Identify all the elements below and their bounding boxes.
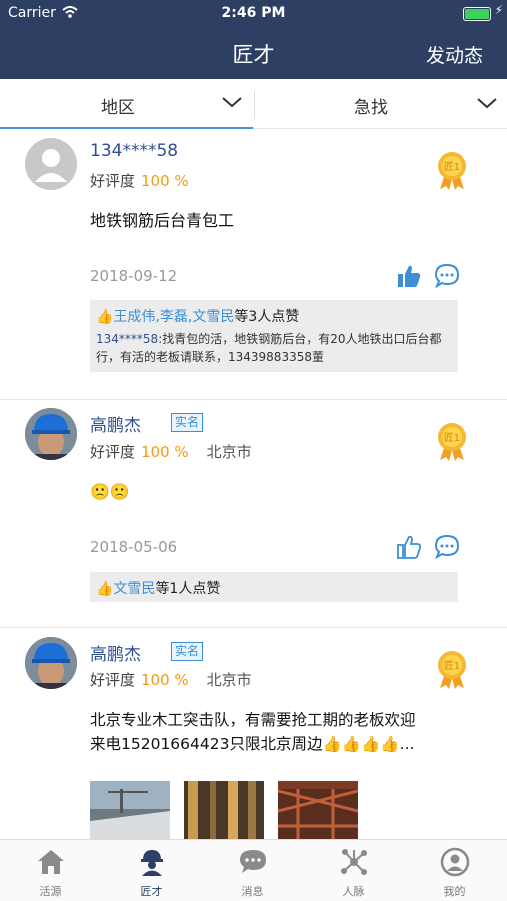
post-content: 地铁钢筋后台青包工 [90, 211, 235, 230]
svg-text:匠1: 匠1 [444, 161, 460, 173]
tab-profile[interactable]: 我的 [404, 840, 505, 901]
comment-icon[interactable] [434, 263, 460, 289]
tab-job-sources[interactable]: 活源 [0, 840, 101, 901]
small-thumbs-up-icon: 👍 [96, 309, 114, 325]
chevron-down-icon [477, 98, 497, 109]
svg-text:匠1: 匠1 [444, 660, 460, 672]
region-filter[interactable]: 地区 [0, 79, 253, 129]
tab-talent[interactable]: 匠才 [101, 840, 202, 901]
post-photo[interactable] [278, 781, 358, 839]
comment-icon[interactable] [434, 534, 460, 560]
medal-icon: 匠1 [438, 152, 466, 190]
likes-names[interactable]: 文雪民 [113, 581, 155, 597]
thumbs-up-icon[interactable] [396, 534, 422, 560]
rating-value: 100 % [141, 671, 189, 689]
chevron-down-icon [222, 97, 242, 108]
rating-value: 100 % [141, 172, 189, 190]
svg-text:匠1: 匠1 [444, 432, 460, 444]
clock: 2:46 PM [221, 5, 286, 21]
filter-bar: 地区 急找 [0, 79, 507, 129]
nav-bar: 匠才 发动态 [0, 27, 507, 79]
avatar[interactable] [25, 138, 77, 190]
feed-post: 高鹏杰 实名 好评度 100 % 北京市 匠1 🙁🙁 2018-05-06 👍文雪民… [0, 400, 507, 628]
medal-icon: 匠1 [438, 651, 466, 689]
urgent-filter[interactable]: 急找 [254, 91, 507, 119]
medal-icon: 匠1 [438, 423, 466, 461]
city-label: 北京市 [206, 671, 252, 689]
rating: 好评度 100 % 北京市 [90, 669, 252, 690]
tab-messages[interactable]: 消息 [202, 840, 303, 901]
tab-label: 人脉 [342, 885, 365, 898]
default-avatar-icon [35, 149, 67, 182]
worker-icon [141, 850, 163, 876]
tab-bar: 活源 匠才 消息 人脉 我的 [0, 839, 507, 901]
worker-photo-icon [25, 408, 77, 460]
verified-badge: 实名 [171, 642, 204, 661]
charging-icon: ⚡ [494, 3, 503, 17]
battery-icon [463, 7, 491, 21]
home-icon [38, 850, 64, 874]
rating: 好评度 100 % [90, 170, 189, 191]
likes-summary: 👍文雪民等1人点赞 [90, 572, 458, 602]
post-date: 2018-09-12 [90, 267, 178, 285]
thumbs-up-icon[interactable] [396, 263, 422, 289]
tab-label: 匠才 [140, 885, 163, 898]
user-name[interactable]: 高鹏杰 [90, 411, 141, 436]
worker-photo-icon [25, 637, 77, 689]
likes-names[interactable]: 王成伟,李磊,文雪民 [113, 309, 234, 325]
likes-box: 👍王成伟,李磊,文雪民等3人点赞 134****58:找青包的活，地铁钢筋后台，… [90, 300, 458, 372]
city-label: 北京市 [206, 443, 252, 461]
tab-label: 活源 [39, 885, 62, 898]
likes-summary: 👍王成伟,李磊,文雪民等3人点赞 [90, 300, 458, 330]
feed-post: 134****58 好评度 100 % 匠1 地铁钢筋后台青包工 2018-09-… [0, 129, 507, 400]
user-name[interactable]: 高鹏杰 [90, 640, 141, 665]
profile-icon [440, 847, 470, 877]
rating-label: 好评度 [90, 443, 136, 461]
reply-comment: 134****58:找青包的活，地铁钢筋后台，有20人地铁出口后台都行，有活的老… [90, 330, 458, 372]
status-bar: Carrier 2:46 PM ⚡ [0, 0, 507, 27]
tab-label: 我的 [443, 885, 466, 898]
post-content-line: 北京专业木工突击队，有需要抢工期的老板欢迎 [90, 711, 416, 729]
feed-list: 134****58 好评度 100 % 匠1 地铁钢筋后台青包工 2018-09-… [0, 129, 507, 839]
likes-box: 👍文雪民等1人点赞 [90, 572, 458, 602]
post-status-button[interactable]: 发动态 [426, 41, 483, 68]
post-photo[interactable] [90, 781, 170, 839]
user-name[interactable]: 134****58 [90, 141, 178, 161]
avatar[interactable] [25, 637, 77, 689]
urgent-filter-label: 急找 [354, 98, 388, 118]
post-content: 北京专业木工突击队，有需要抢工期的老板欢迎 来电15201664423只限北京周… [90, 708, 480, 756]
avatar[interactable] [25, 408, 77, 460]
post-photo[interactable] [184, 781, 264, 839]
reply-user[interactable]: 134****58 [96, 332, 158, 346]
likes-suffix: 等3人点赞 [234, 309, 300, 325]
likes-suffix: 等1人点赞 [155, 581, 221, 597]
region-filter-label: 地区 [101, 98, 135, 118]
small-thumbs-up-icon: 👍 [96, 581, 114, 597]
rating-label: 好评度 [90, 172, 136, 190]
post-content-line: 来电15201664423只限北京周边👍👍👍👍... [90, 735, 415, 753]
chat-icon [240, 850, 266, 873]
rating-value: 100 % [141, 443, 189, 461]
rating-label: 好评度 [90, 671, 136, 689]
network-icon [341, 849, 367, 875]
rating: 好评度 100 % 北京市 [90, 441, 252, 462]
tab-label: 消息 [241, 885, 264, 898]
post-date: 2018-05-06 [90, 538, 178, 556]
post-content: 🙁🙁 [90, 482, 130, 501]
tab-network[interactable]: 人脉 [303, 840, 404, 901]
verified-badge: 实名 [171, 413, 204, 432]
